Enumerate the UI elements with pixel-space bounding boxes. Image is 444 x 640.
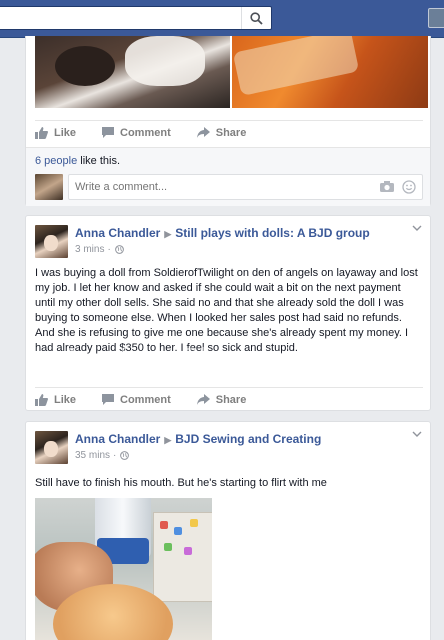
share-icon <box>196 394 210 405</box>
like-button[interactable]: Like <box>35 393 77 406</box>
comments-section: 6 people like this. <box>26 147 430 206</box>
comment-button[interactable]: Comment <box>102 127 171 139</box>
feed-post: Anna Chandler ▶ BJD Sewing and Creating 35… <box>25 421 431 640</box>
comment-icon <box>102 127 115 138</box>
avatar-face <box>44 441 58 457</box>
meta-dot: · <box>113 450 117 461</box>
post-actions: Like Comment Share <box>35 387 423 411</box>
share-label: Share <box>215 393 247 406</box>
share-label: Share <box>215 126 247 139</box>
post-photo[interactable] <box>232 36 428 108</box>
search-input[interactable] <box>0 7 230 29</box>
author-avatar[interactable] <box>35 225 68 258</box>
search-button[interactable] <box>241 7 271 29</box>
post-meta: 3 mins · <box>75 244 124 255</box>
comment-button[interactable]: Comment <box>102 394 171 406</box>
comment-label: Comment <box>120 393 171 406</box>
feed-post: Anna Chandler ▶ Still plays with dolls: A … <box>25 215 431 411</box>
like-label: Like <box>54 393 77 406</box>
comment-input[interactable] <box>69 175 359 199</box>
post-timestamp[interactable]: 3 mins <box>75 244 104 255</box>
like-button[interactable]: Like <box>35 126 77 139</box>
thumbs-up-icon <box>35 126 48 139</box>
commenter-avatar <box>35 174 63 200</box>
privacy-icon <box>114 245 124 254</box>
share-button[interactable]: Share <box>196 126 247 139</box>
post-actions: Like Comment Share <box>35 120 423 144</box>
emoji-icon[interactable] <box>402 180 416 194</box>
likes-summary: 6 people like this. <box>35 155 120 167</box>
share-icon <box>196 127 210 138</box>
chevron-down-icon[interactable] <box>412 225 422 232</box>
arrow-right-icon: ▶ <box>164 229 172 239</box>
photo-shape <box>232 36 360 96</box>
group-name[interactable]: BJD Sewing and Creating <box>175 432 321 446</box>
likes-suffix: like this. <box>77 155 121 167</box>
comment-box[interactable] <box>68 174 423 200</box>
post-photo[interactable] <box>35 498 212 640</box>
avatar-face <box>44 235 58 251</box>
group-name[interactable]: Still plays with dolls: A BJD group <box>175 226 369 240</box>
top-nav-bar <box>0 0 444 38</box>
meta-dot: · <box>107 244 111 255</box>
chevron-down-icon[interactable] <box>412 431 422 438</box>
nav-profile-avatar[interactable] <box>428 8 444 28</box>
post-timestamp[interactable]: 35 mins <box>75 450 110 461</box>
thumbs-up-icon <box>35 393 48 406</box>
privacy-icon <box>120 451 130 460</box>
post-text: I was buying a doll from SoldierofTwilig… <box>35 267 418 354</box>
feed-post: Like Comment Share 6 people like this. <box>25 36 431 206</box>
arrow-right-icon: ▶ <box>164 435 172 445</box>
post-meta: 35 mins · <box>75 450 130 461</box>
photo-shape <box>153 512 212 602</box>
photo-shape <box>125 36 205 86</box>
like-label: Like <box>54 126 77 139</box>
post-header: Anna Chandler ▶ BJD Sewing and Creating <box>75 432 321 446</box>
post-header: Anna Chandler ▶ Still plays with dolls: A … <box>75 226 370 240</box>
search-box[interactable] <box>0 6 272 30</box>
share-button[interactable]: Share <box>196 393 247 406</box>
author-name[interactable]: Anna Chandler <box>75 432 160 446</box>
likes-count-link[interactable]: 6 people <box>35 155 77 167</box>
post-photo[interactable] <box>35 36 230 108</box>
photo-shape <box>55 46 115 86</box>
search-icon <box>250 11 263 25</box>
post-text: Still have to finish his mouth. But he's… <box>35 477 327 489</box>
comment-icon <box>102 394 115 405</box>
camera-icon[interactable] <box>380 181 394 192</box>
author-name[interactable]: Anna Chandler <box>75 226 160 240</box>
comment-label: Comment <box>120 126 171 139</box>
author-avatar[interactable] <box>35 431 68 464</box>
